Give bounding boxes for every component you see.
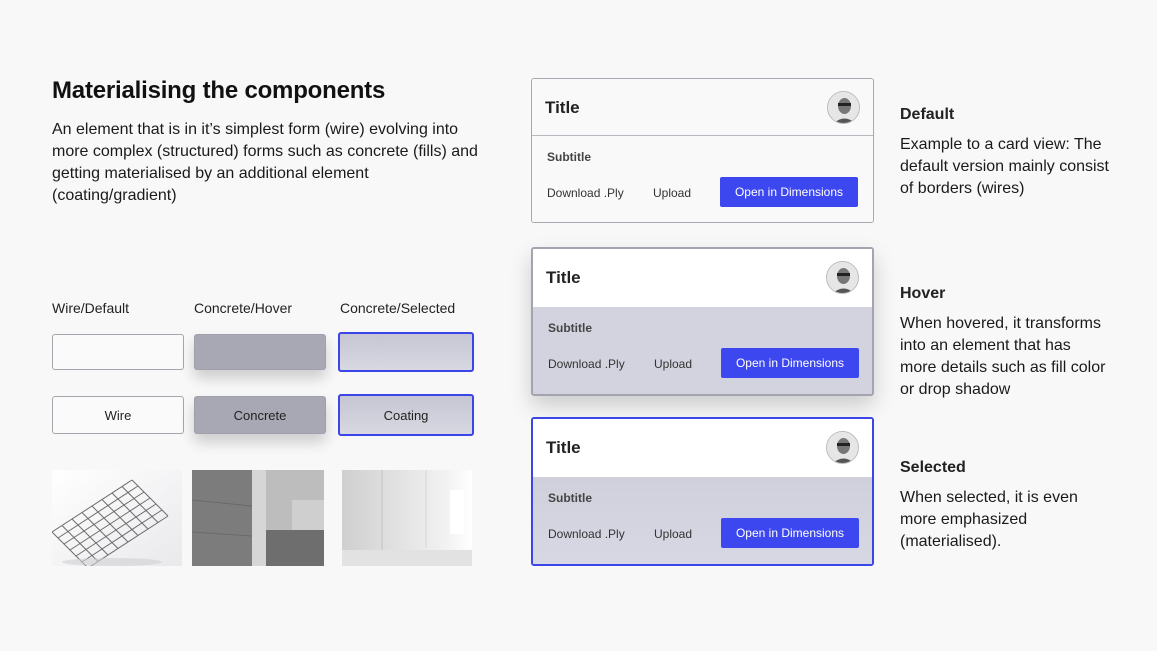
- upload-link[interactable]: Upload: [653, 186, 691, 200]
- download-link[interactable]: Download .Ply: [548, 527, 625, 541]
- download-link[interactable]: Download .Ply: [547, 186, 624, 200]
- state-text-selected: When selected, it is even more emphasize…: [900, 489, 1078, 550]
- card-body: Subtitle Download .Ply Upload Open in Di…: [533, 307, 872, 394]
- concrete-wall-image: [192, 470, 324, 566]
- state-title-hover: Hover: [900, 285, 946, 302]
- state-title-selected: Selected: [900, 459, 966, 476]
- card-subtitle: Subtitle: [547, 150, 591, 164]
- upload-link[interactable]: Upload: [654, 357, 692, 371]
- card-header: Title: [533, 249, 872, 307]
- column-label-selected: Concrete/Selected: [340, 300, 456, 316]
- intro-text: An element that is in it’s simplest form…: [52, 121, 478, 204]
- column-label-concrete: Concrete/Hover: [194, 300, 293, 316]
- selected-field-swatch[interactable]: [338, 332, 474, 372]
- card-header: Title: [533, 419, 872, 477]
- concrete-field-swatch[interactable]: [194, 334, 326, 370]
- card-default[interactable]: Title Subtitle Download .Ply Upload Open…: [531, 78, 874, 223]
- card-subtitle: Subtitle: [548, 491, 592, 505]
- card-hover[interactable]: Title Subtitle Download .Ply Upload Open…: [531, 247, 874, 396]
- open-in-dimensions-button[interactable]: Open in Dimensions: [720, 177, 858, 207]
- upload-link[interactable]: Upload: [654, 527, 692, 541]
- state-text-default: Example to a card view: The default vers…: [900, 136, 1109, 197]
- wire-mesh-image: [52, 470, 182, 566]
- avatar[interactable]: [826, 431, 859, 464]
- page-title: Materialising the components: [52, 77, 386, 104]
- column-label-wire: Wire/Default: [52, 300, 130, 316]
- avatar[interactable]: [827, 91, 860, 124]
- state-text-hover: When hovered, it transforms into an elem…: [900, 315, 1106, 398]
- card-title: Title: [546, 438, 581, 457]
- open-in-dimensions-button[interactable]: Open in Dimensions: [721, 348, 859, 378]
- coating-button[interactable]: Coating: [338, 394, 474, 436]
- avatar[interactable]: [826, 261, 859, 294]
- card-body: Subtitle Download .Ply Upload Open in Di…: [532, 136, 873, 222]
- card-subtitle: Subtitle: [548, 321, 592, 335]
- wire-button[interactable]: Wire: [52, 396, 184, 434]
- card-header: Title: [532, 79, 873, 136]
- card-body: Subtitle Download .Ply Upload Open in Di…: [533, 477, 872, 564]
- card-title: Title: [546, 268, 581, 287]
- wire-field-swatch[interactable]: [52, 334, 184, 370]
- coated-room-image: [342, 470, 472, 566]
- card-selected[interactable]: Title Subtitle Download .Ply Upload Open…: [531, 417, 874, 566]
- download-link[interactable]: Download .Ply: [548, 357, 625, 371]
- open-in-dimensions-button[interactable]: Open in Dimensions: [721, 518, 859, 548]
- state-title-default: Default: [900, 106, 955, 123]
- card-title: Title: [545, 98, 580, 117]
- concrete-button[interactable]: Concrete: [194, 396, 326, 434]
